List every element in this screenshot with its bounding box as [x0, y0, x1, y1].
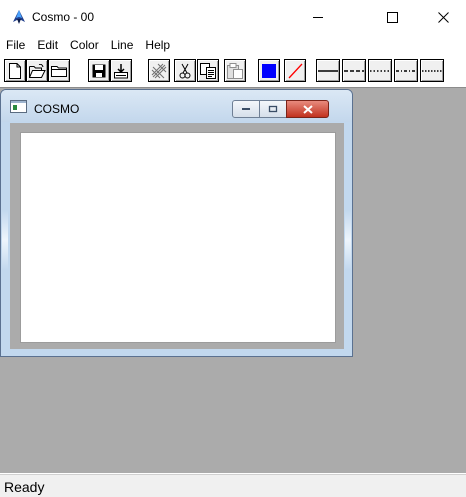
line-solid-icon	[318, 69, 338, 72]
line-dash-icon	[344, 69, 364, 72]
paste-icon	[227, 62, 243, 79]
menu-edit[interactable]: Edit	[31, 35, 64, 55]
restore-icon	[268, 105, 278, 113]
folder-button[interactable]	[48, 59, 70, 82]
cosmo-app-icon	[13, 10, 25, 24]
paste-button[interactable]	[224, 59, 246, 82]
status-text: Ready	[4, 479, 45, 495]
line-dashdotdot-icon	[422, 69, 442, 72]
line-dot-icon	[370, 69, 390, 72]
new-file-icon	[9, 62, 21, 79]
import-icon	[114, 63, 128, 78]
frame-highlight	[345, 210, 351, 270]
line-solid-button[interactable]	[316, 59, 340, 82]
window-title: Cosmo - 00	[32, 10, 95, 24]
child-restore-button[interactable]	[259, 100, 287, 118]
child-title-bar[interactable]: COSMO	[1, 90, 352, 122]
cut-button[interactable]	[174, 59, 196, 82]
child-client-area	[10, 123, 344, 349]
line-dashdot-button[interactable]	[394, 59, 418, 82]
copy-button[interactable]	[197, 59, 219, 82]
line-color-red-icon	[288, 63, 303, 78]
line-dot-button[interactable]	[368, 59, 392, 82]
child-window[interactable]: COSMO	[0, 89, 353, 357]
drawing-canvas[interactable]	[20, 132, 336, 343]
line-dash-button[interactable]	[342, 59, 366, 82]
minimize-icon	[242, 108, 250, 110]
menu-line[interactable]: Line	[105, 35, 140, 55]
minimize-button[interactable]	[295, 0, 341, 34]
cut-icon	[179, 63, 191, 78]
menu-color[interactable]: Color	[64, 35, 105, 55]
import-button[interactable]	[110, 59, 132, 82]
save-icon	[92, 64, 106, 77]
menu-file[interactable]: File	[0, 35, 31, 55]
maximize-button[interactable]	[369, 0, 415, 34]
child-minimize-button[interactable]	[232, 100, 260, 118]
status-bar: Ready	[0, 474, 466, 497]
line-dashdot-icon	[396, 69, 416, 72]
new-file-button[interactable]	[4, 59, 26, 82]
minimize-icon	[313, 17, 323, 18]
title-bar: Cosmo - 00	[0, 0, 466, 34]
menu-bar: File Edit Color Line Help	[0, 35, 466, 55]
clear-button[interactable]	[148, 59, 170, 82]
save-button[interactable]	[88, 59, 110, 82]
open-file-button[interactable]	[26, 59, 48, 82]
fill-color-button[interactable]	[258, 59, 280, 82]
toolbar	[0, 57, 466, 86]
maximize-icon	[386, 11, 398, 23]
line-dashdotdot-button[interactable]	[420, 59, 444, 82]
close-button[interactable]	[420, 0, 466, 34]
menu-help[interactable]: Help	[139, 35, 176, 55]
document-icon	[10, 100, 27, 113]
clear-icon	[151, 63, 167, 78]
close-icon	[302, 104, 313, 114]
child-title: COSMO	[34, 102, 80, 116]
open-file-icon	[28, 63, 46, 78]
line-color-button[interactable]	[284, 59, 306, 82]
child-close-button[interactable]	[286, 100, 329, 118]
color-blue-icon	[262, 63, 276, 78]
copy-icon	[200, 62, 216, 79]
folder-icon	[51, 65, 67, 77]
close-icon	[437, 11, 449, 23]
frame-highlight	[2, 210, 8, 270]
